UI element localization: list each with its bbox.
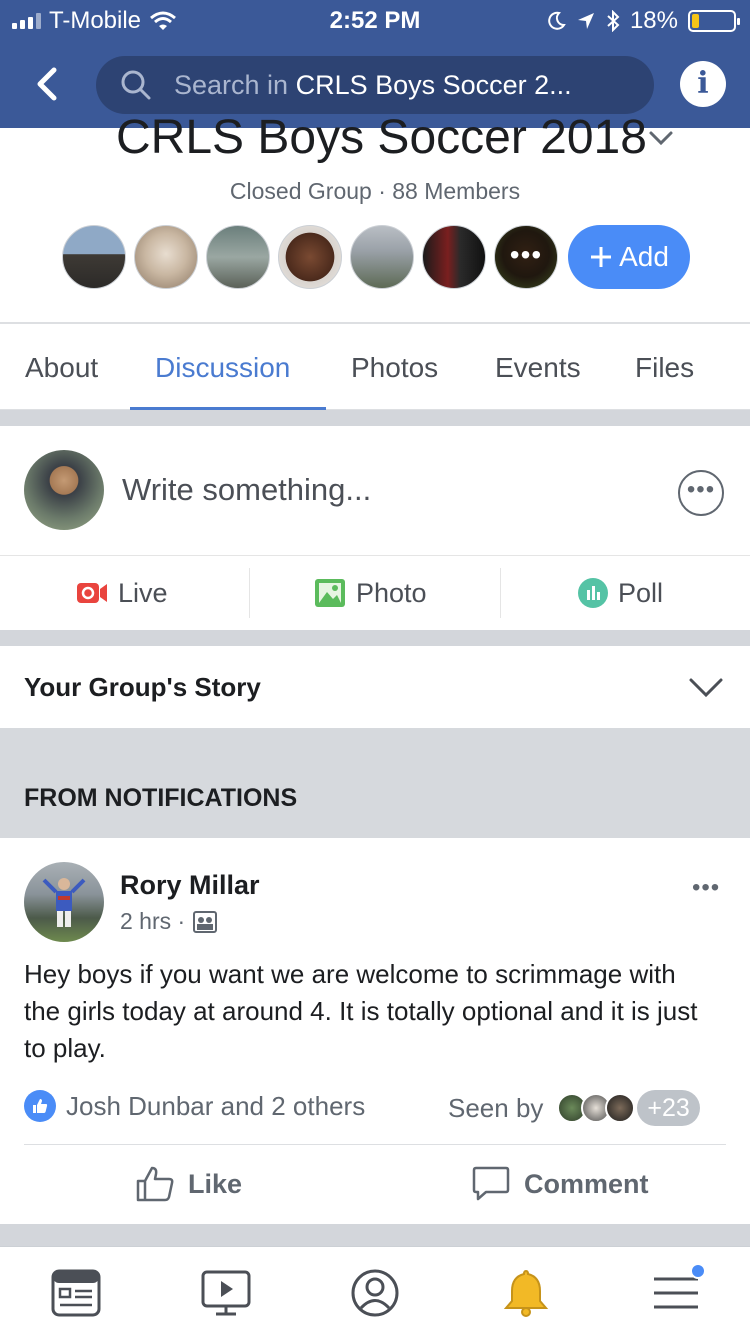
- member-avatar[interactable]: [350, 225, 414, 289]
- tab-files[interactable]: Files: [635, 352, 694, 384]
- live-video-icon: [77, 583, 107, 603]
- tab-about[interactable]: About: [25, 352, 98, 384]
- like-reaction-icon: [24, 1090, 56, 1122]
- profile-icon[interactable]: [349, 1267, 401, 1319]
- group-tabs: About Discussion Photos Events Files: [0, 322, 750, 411]
- bluetooth-icon: [607, 10, 620, 32]
- composer-placeholder[interactable]: Write something...: [122, 472, 371, 508]
- comment-label: Comment: [524, 1168, 649, 1199]
- comment-icon: [472, 1166, 510, 1201]
- like-label: Like: [188, 1168, 243, 1199]
- seen-label: Seen by: [448, 1092, 544, 1123]
- seen-avatar: [605, 1093, 636, 1123]
- live-button[interactable]: Live: [76, 556, 168, 630]
- poll-label: Poll: [618, 577, 664, 608]
- plus-icon: [591, 247, 612, 267]
- comment-button[interactable]: Comment: [472, 1166, 649, 1202]
- seen-count-badge: +23: [637, 1090, 700, 1126]
- reactions-summary[interactable]: Josh Dunbar and 2 others: [24, 1090, 365, 1122]
- add-member-button[interactable]: Add: [568, 225, 690, 289]
- status-bar: T-Mobile 2:52 PM 18%: [0, 0, 750, 40]
- member-avatars: ••• Add: [62, 225, 690, 289]
- group-story-title: Your Group's Story: [24, 672, 261, 702]
- group-meta: Closed Group · 88 Members: [229, 178, 521, 204]
- post-timestamp: 2 hrs ·: [120, 908, 218, 935]
- post-author[interactable]: Rory Millar: [120, 870, 260, 901]
- tab-discussion[interactable]: Discussion: [155, 352, 290, 384]
- chevron-down-icon[interactable]: [688, 676, 724, 698]
- divider: [500, 568, 501, 618]
- chevron-down-icon[interactable]: [648, 128, 674, 148]
- news-feed-icon[interactable]: [50, 1267, 102, 1319]
- member-avatar[interactable]: [206, 225, 270, 289]
- member-avatar[interactable]: •••: [494, 225, 558, 289]
- member-avatar[interactable]: [134, 225, 198, 289]
- menu-notification-dot: [690, 1263, 706, 1279]
- watch-icon[interactable]: [200, 1267, 252, 1319]
- photo-icon: [315, 579, 345, 607]
- member-avatar[interactable]: [278, 225, 342, 289]
- notifications-bell-icon[interactable]: [500, 1267, 552, 1319]
- composer-actions: Live Photo Poll: [0, 556, 750, 630]
- battery-icon: [688, 10, 740, 32]
- moon-icon: [548, 11, 566, 30]
- photo-label: Photo: [356, 577, 427, 608]
- post-more-options-icon[interactable]: •••: [692, 874, 720, 902]
- section-divider: [0, 630, 750, 646]
- section-divider: [0, 410, 750, 426]
- post-body: Hey boys if you want we are welcome to s…: [24, 959, 698, 1063]
- thumbs-up-icon: [136, 1166, 174, 1202]
- location-arrow-icon: [577, 13, 594, 29]
- group-story-row[interactable]: Your Group's Story: [0, 646, 750, 728]
- seen-by[interactable]: Seen by +23: [448, 1090, 700, 1126]
- poll-icon: [578, 578, 608, 608]
- reactions-text: Josh Dunbar and 2 others: [66, 1090, 366, 1121]
- post-composer[interactable]: Write something... •••: [0, 426, 750, 556]
- feed-post: Rory Millar 2 hrs · ••• Hey boys if you …: [0, 838, 750, 1224]
- post-time-text: 2 hrs ·: [120, 908, 186, 934]
- poll-button[interactable]: Poll: [578, 556, 663, 630]
- user-avatar: [24, 450, 104, 530]
- tab-photos[interactable]: Photos: [351, 352, 438, 384]
- live-label: Live: [118, 577, 168, 608]
- author-avatar[interactable]: [24, 862, 104, 942]
- like-button[interactable]: Like: [136, 1166, 242, 1202]
- section-heading: FROM NOTIFICATIONS: [24, 784, 298, 812]
- from-notifications-header: FROM NOTIFICATIONS: [0, 728, 750, 838]
- photo-button[interactable]: Photo: [314, 556, 427, 630]
- divider: [24, 1144, 726, 1145]
- author-photo-figure: [42, 878, 86, 927]
- divider: [249, 568, 250, 618]
- tab-events[interactable]: Events: [495, 352, 581, 384]
- member-avatar[interactable]: [422, 225, 486, 289]
- nav-overlay: [0, 40, 750, 128]
- member-avatar[interactable]: [62, 225, 126, 289]
- seen-avatars: [551, 1093, 636, 1123]
- add-member-label: Add: [619, 241, 669, 272]
- section-divider: [0, 1224, 750, 1246]
- bottom-tab-bar: [0, 1246, 750, 1334]
- more-members-icon: •••: [495, 226, 557, 288]
- more-options-icon[interactable]: •••: [678, 470, 724, 516]
- group-audience-icon: [193, 910, 218, 933]
- battery-percent: 18%: [629, 7, 678, 34]
